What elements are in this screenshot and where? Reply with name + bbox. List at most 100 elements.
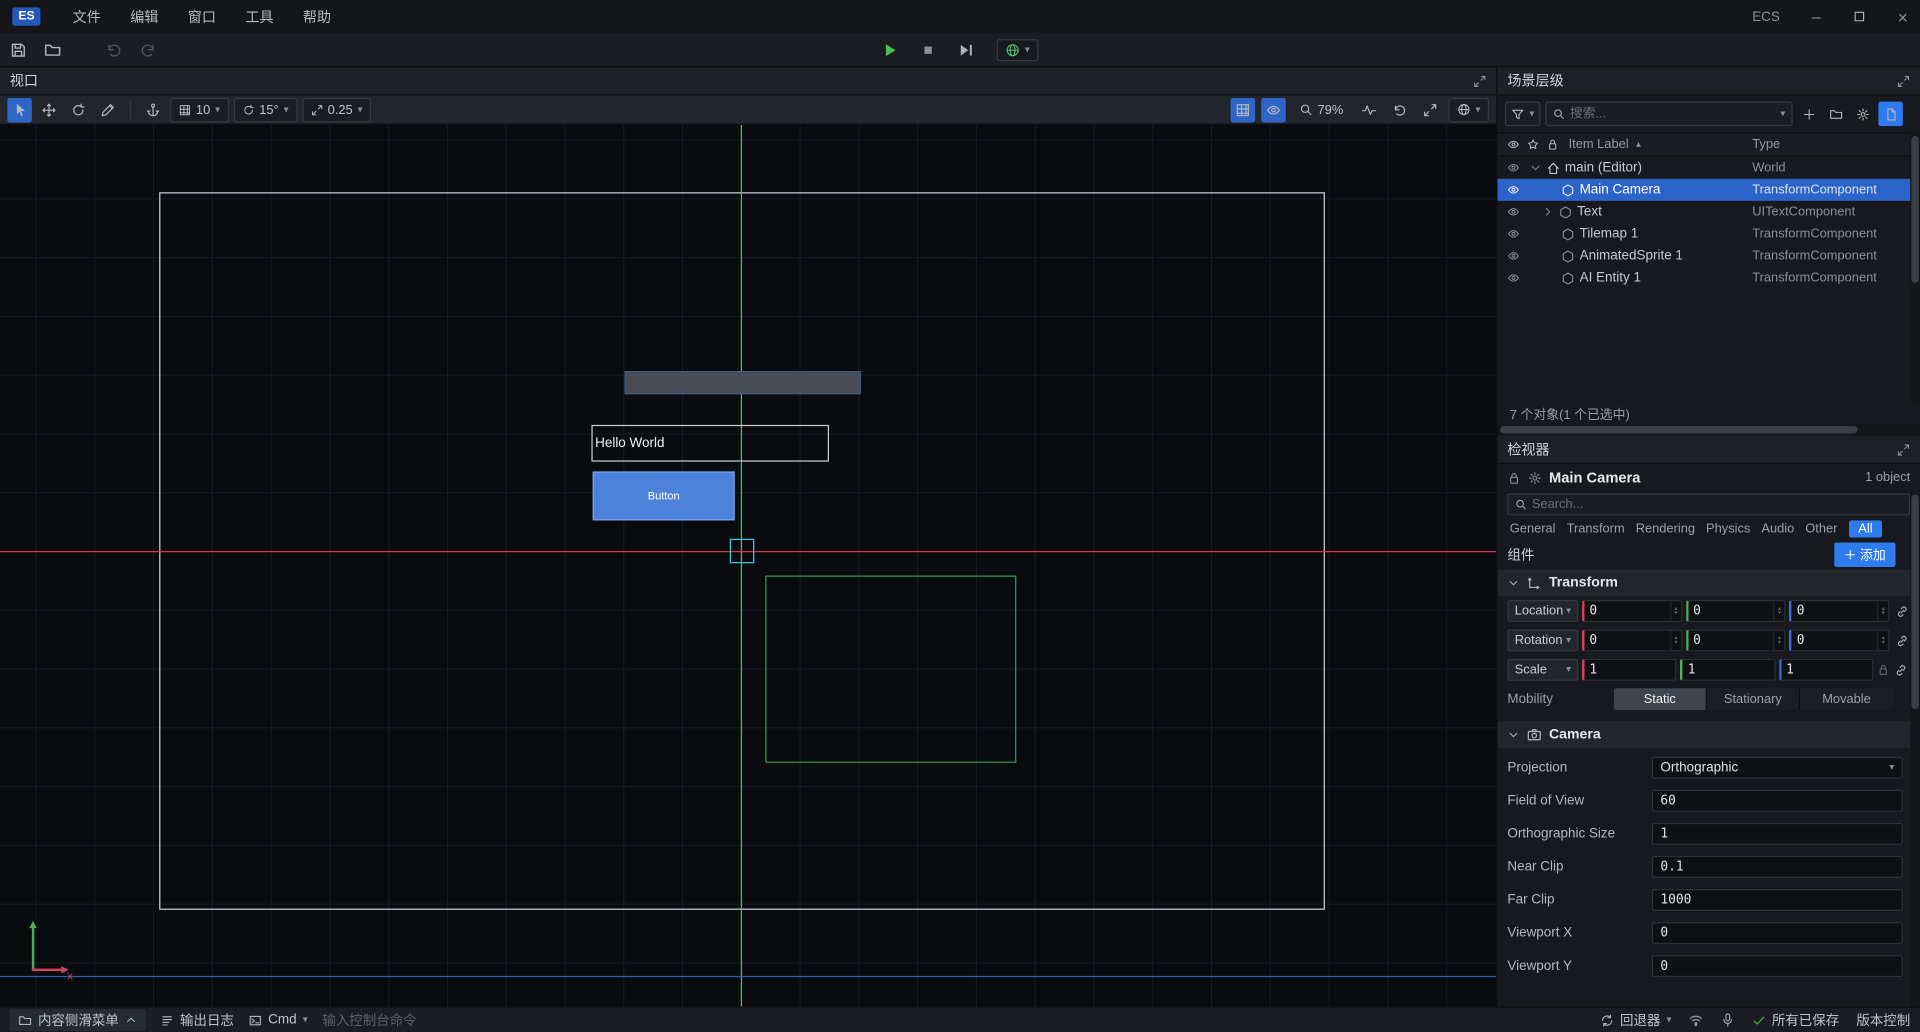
tab-transform[interactable]: Transform — [1567, 522, 1625, 537]
chevron-right-icon[interactable] — [1542, 206, 1554, 218]
camera-section-header[interactable]: Camera — [1498, 721, 1920, 748]
toggle-grid-button[interactable] — [1231, 97, 1255, 121]
console-command-placeholder[interactable]: 输入控制台命令 — [322, 1010, 416, 1030]
eye-icon[interactable] — [1507, 138, 1519, 150]
add-component-button[interactable]: 添加 — [1834, 542, 1895, 566]
hierarchy-search-input[interactable] — [1570, 107, 1776, 122]
play-button[interactable] — [882, 41, 899, 58]
scale-x-input[interactable]: 1 — [1582, 659, 1677, 681]
stepper-icon[interactable]: ▴▾ — [1877, 631, 1888, 651]
inspector-search-input[interactable] — [1532, 497, 1903, 512]
add-entity-button[interactable] — [1798, 103, 1820, 125]
grid-snap-dropdown[interactable]: 10 ▾ — [170, 97, 228, 121]
maximize-button[interactable] — [1852, 10, 1865, 23]
sort-asc-icon[interactable]: ▴ — [1636, 140, 1641, 150]
stepper-icon[interactable]: ▴▾ — [1877, 601, 1888, 621]
transform-section-header[interactable]: Transform — [1498, 569, 1920, 596]
location-x-input[interactable]: 0▴▾ — [1582, 600, 1682, 622]
location-y-input[interactable]: 0▴▾ — [1686, 600, 1786, 622]
visibility-eye-icon[interactable] — [1507, 272, 1519, 284]
selection-gizmo-box[interactable] — [730, 539, 754, 563]
stop-button[interactable] — [921, 42, 936, 57]
cmd-dropdown[interactable]: Cmd ▾ — [249, 1013, 308, 1028]
scrollbar-thumb[interactable] — [1911, 495, 1918, 709]
visibility-eye-icon[interactable] — [1507, 162, 1519, 174]
link-axes-icon[interactable] — [1895, 663, 1908, 676]
far-clip-input[interactable]: 1000 — [1652, 889, 1903, 911]
stepper-icon[interactable]: ▴▾ — [1670, 601, 1681, 621]
visibility-eye-icon[interactable] — [1507, 206, 1519, 218]
zoom-indicator[interactable]: 79% — [1299, 102, 1343, 117]
visibility-eye-icon[interactable] — [1507, 250, 1519, 262]
scrollbar-thumb[interactable] — [1500, 426, 1858, 433]
column-type[interactable]: Type — [1752, 137, 1780, 152]
menu-file[interactable]: 文件 — [58, 7, 116, 27]
edit-tool[interactable] — [96, 97, 120, 121]
open-folder-icon[interactable] — [44, 41, 61, 58]
scene-slider-widget[interactable] — [624, 371, 860, 394]
field-of-view-input[interactable]: 60 — [1652, 790, 1903, 812]
menu-window[interactable]: 窗口 — [173, 7, 231, 27]
reset-view-button[interactable] — [1387, 97, 1411, 121]
gear-icon[interactable] — [1528, 471, 1541, 484]
tree-row-animatedsprite[interactable]: AnimatedSprite 1 TransformComponent — [1498, 245, 1920, 267]
expand-panel-icon[interactable] — [1473, 74, 1486, 87]
visibility-eye-icon[interactable] — [1507, 184, 1519, 196]
scale-z-input[interactable]: 1 — [1779, 659, 1874, 681]
menu-tools[interactable]: 工具 — [231, 7, 289, 27]
rotation-mode-dropdown[interactable]: Rotation▾ — [1507, 629, 1578, 651]
scene-button-widget[interactable]: Button — [593, 471, 735, 520]
step-button[interactable] — [958, 41, 975, 58]
rotation-y-input[interactable]: 0▴▾ — [1686, 629, 1786, 651]
tab-general[interactable]: General — [1510, 522, 1556, 537]
undo-icon[interactable] — [105, 41, 122, 58]
version-control-button[interactable]: 版本控制 — [1856, 1010, 1910, 1030]
menu-help[interactable]: 帮助 — [288, 7, 346, 27]
hierarchy-vertical-scrollbar[interactable] — [1910, 131, 1920, 404]
star-icon[interactable] — [1527, 138, 1539, 150]
lock-icon[interactable] — [1547, 138, 1559, 150]
tab-other[interactable]: Other — [1805, 522, 1837, 537]
rotation-z-input[interactable]: 0▴▾ — [1789, 629, 1889, 651]
save-icon[interactable] — [10, 41, 27, 58]
network-wifi-icon[interactable] — [1689, 1013, 1704, 1028]
stepper-icon[interactable]: ▴▾ — [1773, 631, 1784, 651]
tab-rendering[interactable]: Rendering — [1636, 522, 1695, 537]
toggle-gizmos-button[interactable] — [1261, 97, 1285, 121]
mobility-static[interactable]: Static — [1614, 688, 1707, 710]
new-folder-button[interactable] — [1824, 103, 1846, 125]
stepper-icon[interactable]: ▴▾ — [1773, 601, 1784, 621]
stepper-icon[interactable]: ▴▾ — [1670, 631, 1681, 651]
link-axes-icon[interactable] — [1895, 604, 1908, 617]
menu-edit[interactable]: 编辑 — [116, 7, 174, 27]
mobility-movable[interactable]: Movable — [1800, 688, 1893, 710]
hierarchy-horizontal-scrollbar[interactable] — [1498, 424, 1920, 436]
microphone-icon[interactable] — [1720, 1013, 1735, 1028]
mobility-stationary[interactable]: Stationary — [1707, 688, 1800, 710]
select-tool[interactable] — [7, 97, 31, 121]
tree-row-tilemap[interactable]: Tilemap 1 TransformComponent — [1498, 223, 1920, 245]
hierarchy-settings-button[interactable] — [1851, 103, 1873, 125]
column-item-label[interactable]: Item Label — [1569, 137, 1629, 152]
scale-snap-dropdown[interactable]: 0.25 ▾ — [302, 97, 371, 121]
rotation-snap-dropdown[interactable]: 15° ▾ — [234, 97, 298, 121]
viewport-y-input[interactable]: 0 — [1652, 955, 1903, 977]
chevron-down-icon[interactable]: ▾ — [1780, 109, 1785, 119]
visibility-eye-icon[interactable] — [1507, 228, 1519, 240]
tab-physics[interactable]: Physics — [1706, 522, 1750, 537]
scale-mode-dropdown[interactable]: Scale▾ — [1507, 659, 1578, 681]
location-mode-dropdown[interactable]: Location▾ — [1507, 600, 1578, 622]
anchor-snap-tool[interactable] — [141, 97, 165, 121]
tab-audio[interactable]: Audio — [1761, 522, 1794, 537]
lock-scale-icon[interactable] — [1877, 664, 1889, 676]
scene-canvas[interactable]: Hello World Button x — [0, 125, 1496, 1007]
close-button[interactable]: × — [1898, 7, 1908, 27]
stats-button[interactable] — [1357, 97, 1381, 121]
viewport-mode-dropdown[interactable]: ▾ — [1449, 97, 1489, 121]
tab-all[interactable]: All — [1848, 520, 1882, 537]
tree-row-text[interactable]: Text UITextComponent — [1498, 201, 1920, 223]
projection-select[interactable]: Orthographic▾ — [1652, 757, 1903, 779]
filter-dropdown[interactable]: ▾ — [1505, 102, 1541, 126]
expand-panel-icon[interactable] — [1897, 74, 1910, 87]
fullscreen-button[interactable] — [1418, 97, 1442, 121]
